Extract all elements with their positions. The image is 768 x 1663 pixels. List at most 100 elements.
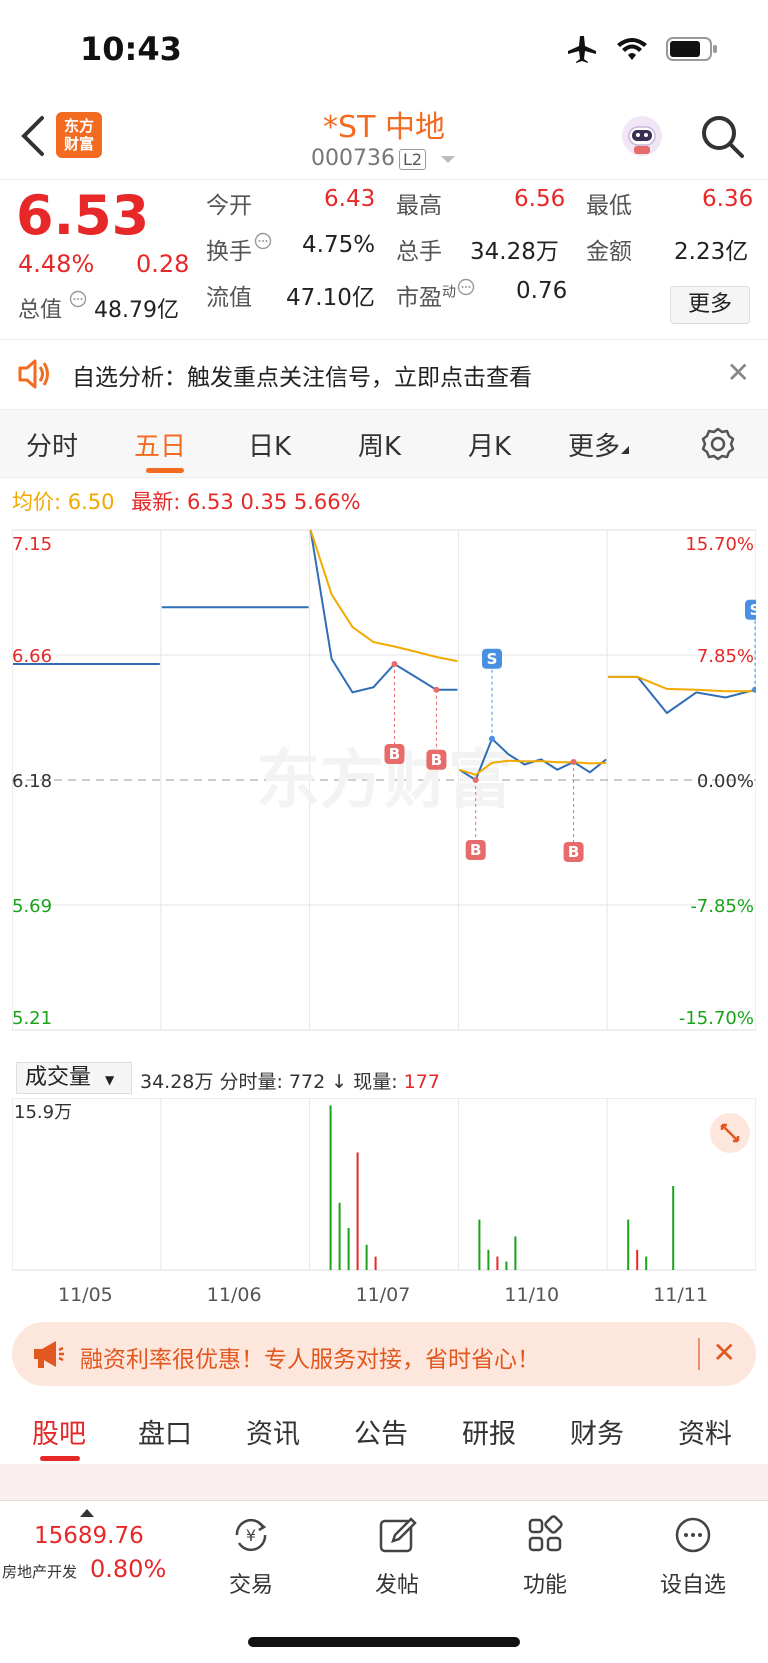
price-chart[interactable]: 东方财富7.15 15.70%6.66 7.85%6.18 0.00%5.69 -7.8… bbox=[12, 528, 756, 1058]
volume-chart[interactable]: 15.9万 bbox=[12, 1098, 756, 1282]
sector-index-percent: 0.80% bbox=[90, 1555, 167, 1583]
volume-label: 总手 bbox=[396, 239, 442, 265]
edit-icon bbox=[379, 1517, 417, 1553]
promo-divider bbox=[698, 1338, 700, 1370]
tab-news[interactable]: 资讯 bbox=[246, 1412, 300, 1451]
signal-dot bbox=[391, 661, 398, 668]
volume-bar bbox=[672, 1186, 675, 1270]
dock-functions-label: 功能 bbox=[522, 1573, 567, 1598]
dock-trade[interactable]: ¥ 交易 bbox=[196, 1513, 306, 1599]
robot-assistant-icon[interactable] bbox=[620, 114, 664, 158]
volume-detail-label: 分时量: bbox=[219, 1071, 283, 1093]
date-label: 11/05 bbox=[58, 1284, 113, 1306]
volume-bar bbox=[347, 1228, 350, 1270]
speaker-icon bbox=[18, 359, 49, 389]
svg-text:¥: ¥ bbox=[246, 1526, 256, 1545]
volume-bar bbox=[627, 1219, 630, 1270]
y-tick-right: -7.85% bbox=[690, 896, 754, 917]
date-axis: 11/05 11/06 11/07 11/10 11/11 bbox=[12, 1284, 756, 1314]
volume-toolbar: 成交量 ▼ 34.28万 分时量: 772 ↓ 现量: 177 bbox=[12, 1062, 756, 1098]
info-icon[interactable] bbox=[254, 232, 272, 250]
signal-label: S bbox=[487, 650, 498, 668]
trade-icon: ¥ bbox=[235, 1518, 267, 1552]
select-caret-icon: ▼ bbox=[105, 1073, 115, 1087]
tab-weekly-k[interactable]: 周K bbox=[358, 426, 401, 463]
signal-label: B bbox=[470, 841, 481, 859]
volume-total: 34.28万 bbox=[140, 1071, 214, 1093]
tab-more[interactable]: 更多 bbox=[568, 426, 630, 463]
promo-banner[interactable]: 融资利率很优惠！专人服务对接，省时省心！ ✕ bbox=[12, 1322, 756, 1386]
pe-sup: 动 bbox=[442, 284, 456, 301]
date-label: 11/07 bbox=[355, 1284, 411, 1306]
signal-label: B bbox=[431, 751, 442, 769]
volume-arrow: ↓ bbox=[331, 1071, 348, 1093]
volume-bar bbox=[505, 1261, 508, 1270]
status-time: 10:43 bbox=[80, 30, 182, 68]
tab-daily-k[interactable]: 日K bbox=[248, 426, 291, 463]
tab-finance[interactable]: 财务 bbox=[570, 1412, 624, 1451]
status-bar: 10:43 bbox=[0, 0, 768, 96]
caret-down-icon bbox=[441, 156, 456, 163]
close-icon[interactable]: ✕ bbox=[727, 356, 750, 389]
signal-label: S bbox=[750, 601, 756, 619]
signal-label: B bbox=[389, 745, 400, 763]
y-tick-left: 6.18 bbox=[12, 771, 52, 792]
volume-bar bbox=[514, 1236, 517, 1270]
content-tab-underline bbox=[40, 1456, 80, 1461]
tab-guba[interactable]: 股吧 bbox=[32, 1412, 86, 1451]
open-label: 今开 bbox=[206, 193, 252, 219]
volume-select[interactable]: 成交量 ▼ bbox=[16, 1062, 132, 1094]
megaphone-icon bbox=[34, 1341, 64, 1368]
volume-max-label: 15.9万 bbox=[14, 1102, 72, 1123]
dock-post[interactable]: 发帖 bbox=[342, 1513, 452, 1599]
stock-code-text: 000736 bbox=[310, 146, 395, 171]
dock-functions[interactable]: 功能 bbox=[490, 1513, 600, 1599]
more-button[interactable]: 更多 bbox=[670, 286, 750, 324]
volume-bar bbox=[487, 1249, 490, 1270]
low-label: 最低 bbox=[586, 193, 632, 219]
y-tick-left: 5.21 bbox=[12, 1008, 52, 1029]
bottom-dock: 15689.76 房地产开发 0.80% ¥ 交易 发帖 功能 设自选 bbox=[0, 1500, 768, 1663]
info-icon[interactable] bbox=[69, 290, 87, 308]
signal-dot bbox=[433, 686, 440, 693]
price-line bbox=[309, 529, 458, 694]
y-tick-left: 7.15 bbox=[12, 534, 52, 555]
avg-line bbox=[608, 675, 756, 693]
tab-monthly-k[interactable]: 月K bbox=[468, 426, 511, 463]
total-value-value: 48.79亿 bbox=[94, 298, 179, 323]
pe-label-text: 市盈 bbox=[396, 285, 442, 311]
tab-intraday[interactable]: 分时 bbox=[26, 426, 78, 463]
quote-panel: 6.53 4.48% 0.28 总值 48.79亿 今开 6.43 最高 6.5… bbox=[0, 180, 768, 340]
tab-profile[interactable]: 资料 bbox=[678, 1412, 732, 1451]
search-icon[interactable] bbox=[698, 112, 746, 160]
volume-bar bbox=[365, 1244, 368, 1270]
y-tick-right: 0.00% bbox=[697, 771, 754, 792]
total-value-label: 总值 bbox=[18, 298, 63, 323]
close-icon[interactable]: ✕ bbox=[713, 1336, 736, 1369]
up-triangle-icon bbox=[80, 1509, 94, 1517]
analysis-notice[interactable]: 自选分析：触发重点关注信号，立即点击查看 ✕ bbox=[0, 340, 768, 410]
y-tick-right: 7.85% bbox=[697, 646, 754, 667]
date-label: 11/06 bbox=[206, 1284, 262, 1306]
tab-announcement[interactable]: 公告 bbox=[354, 1412, 408, 1451]
sector-index-value[interactable]: 15689.76 bbox=[34, 1523, 144, 1549]
y-tick-left: 5.69 bbox=[12, 896, 52, 917]
dock-add-watchlist[interactable]: 设自选 bbox=[638, 1513, 748, 1599]
tab-pankou[interactable]: 盘口 bbox=[138, 1412, 192, 1451]
gear-icon[interactable] bbox=[700, 426, 736, 462]
volume-detail: 772 bbox=[288, 1071, 326, 1093]
y-tick-right: -15.70% bbox=[679, 1008, 754, 1029]
amount-value: 2.23亿 bbox=[674, 239, 749, 265]
price-line bbox=[608, 675, 756, 715]
tab-five-day[interactable]: 五日 bbox=[134, 426, 186, 463]
change-amount: 0.28 bbox=[136, 250, 190, 278]
l2-badge: L2 bbox=[398, 149, 427, 170]
volume-bar bbox=[645, 1256, 648, 1270]
info-icon[interactable] bbox=[457, 278, 475, 296]
volume-frame bbox=[12, 1098, 756, 1271]
pe-label: 市盈动 bbox=[396, 278, 475, 312]
amount-label: 金额 bbox=[586, 239, 632, 265]
tab-underline bbox=[146, 468, 184, 473]
change-percent: 4.48% bbox=[18, 250, 95, 278]
tab-research[interactable]: 研报 bbox=[462, 1412, 516, 1451]
